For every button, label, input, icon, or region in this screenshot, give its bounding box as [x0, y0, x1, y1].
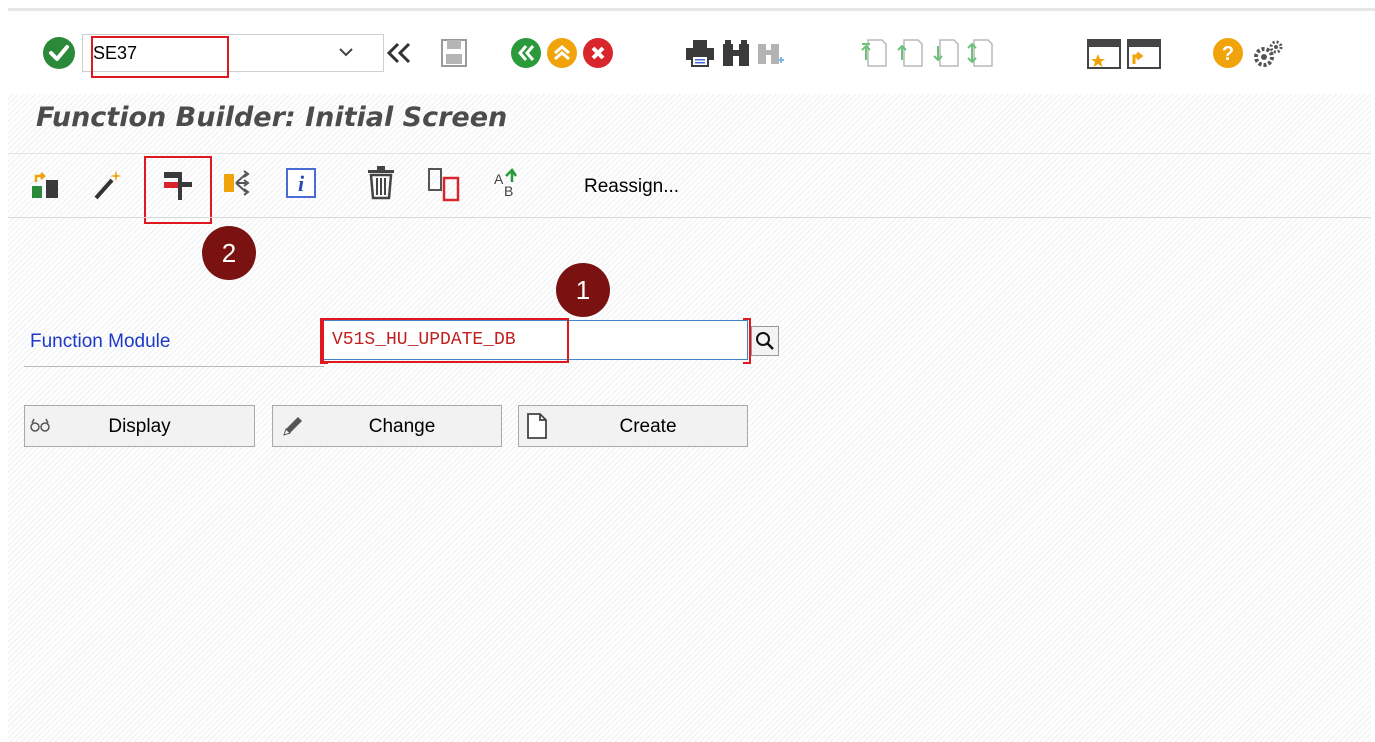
page-title: Function Builder: Initial Screen: [36, 102, 508, 133]
toolbar-divider: [8, 217, 1371, 218]
shortcut-icon[interactable]: [1126, 38, 1162, 70]
display-button[interactable]: Display: [24, 405, 255, 447]
help-icon[interactable]: ?: [1212, 37, 1244, 69]
change-button-label: Change: [368, 416, 436, 437]
collapse-icon[interactable]: [384, 40, 414, 66]
command-dropdown-icon[interactable]: [336, 42, 356, 62]
create-session-icon[interactable]: [1086, 38, 1122, 70]
title-divider: [8, 153, 1371, 154]
function-module-label-underline: [24, 366, 324, 367]
search-help-button[interactable]: [751, 326, 779, 356]
where-used-icon[interactable]: [222, 166, 256, 202]
svg-text:B: B: [504, 183, 513, 199]
function-module-label: Function Module: [30, 331, 171, 352]
previous-page-icon[interactable]: [896, 38, 924, 68]
back-icon[interactable]: [510, 37, 542, 69]
display-button-label: Display: [108, 416, 171, 437]
enter-icon[interactable]: [42, 36, 76, 70]
copy-icon[interactable]: [426, 166, 462, 202]
next-page-icon[interactable]: [932, 38, 960, 68]
change-button[interactable]: Change: [272, 405, 502, 447]
top-border: [0, 0, 1375, 8]
search-icon: [756, 332, 774, 350]
delete-icon[interactable]: [364, 164, 398, 202]
input-bracket-right: [743, 318, 751, 364]
find-next-icon[interactable]: [756, 38, 786, 68]
input-bracket-left: [320, 318, 328, 364]
save-icon[interactable]: [440, 38, 468, 68]
info-icon[interactable]: i: [284, 166, 318, 202]
create-button[interactable]: Create: [518, 405, 748, 447]
first-page-icon[interactable]: [860, 38, 888, 68]
command-field-value: SE37: [93, 43, 138, 63]
test-function-highlight: [144, 156, 212, 224]
print-icon[interactable]: [684, 38, 716, 68]
other-object-icon[interactable]: [30, 168, 62, 200]
settings-icon[interactable]: [1250, 37, 1286, 71]
svg-text:A: A: [494, 171, 504, 187]
exit-icon[interactable]: [546, 37, 578, 69]
cancel-icon[interactable]: [582, 37, 614, 69]
svg-text:?: ?: [1222, 43, 1234, 65]
wizard-icon[interactable]: [92, 166, 126, 202]
svg-text:i: i: [298, 171, 305, 196]
step-badge-1: 1: [556, 263, 610, 317]
rename-icon[interactable]: A B: [490, 164, 524, 202]
function-module-highlight: [322, 318, 569, 363]
reassign-button[interactable]: Reassign...: [584, 176, 679, 198]
find-icon[interactable]: [720, 38, 752, 68]
last-page-icon[interactable]: [966, 38, 994, 68]
step-badge-2: 2: [202, 226, 256, 280]
create-button-label: Create: [619, 416, 677, 437]
